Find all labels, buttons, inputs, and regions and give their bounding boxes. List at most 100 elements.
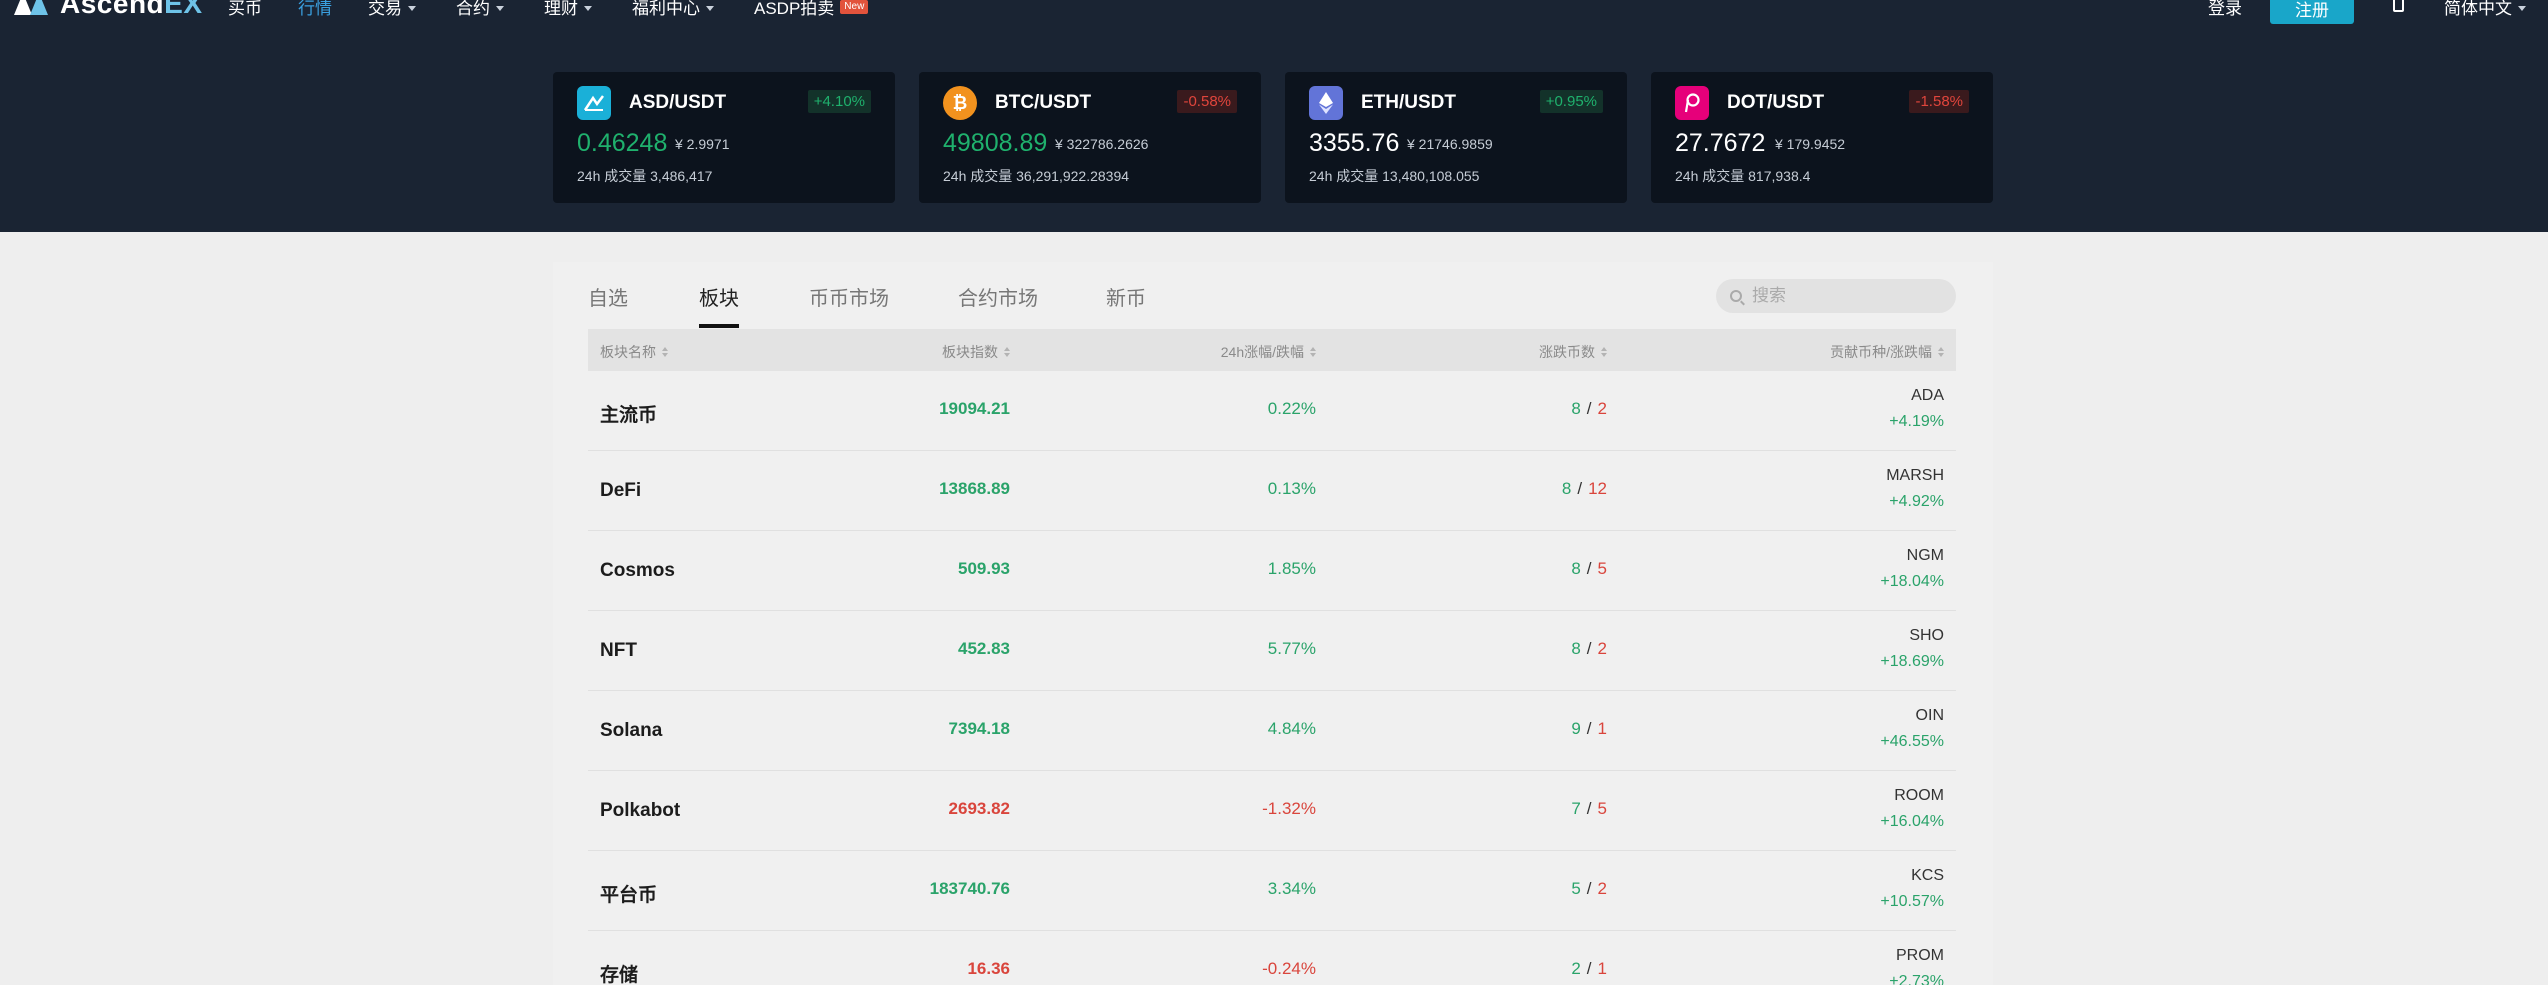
header-up-down-count[interactable]: 涨跌币数 [1539,342,1607,362]
sector-name: NFT [600,640,637,661]
sector-24h-change: -1.32% [1262,799,1316,818]
ascendex-logo-icon [14,0,52,15]
register-button[interactable]: 注册 [2270,0,2354,24]
table-row[interactable]: DeFi 13868.89 0.13% 8 / 12 MARSH +4.92% [588,451,1956,531]
nav-label: 理财 [544,0,578,18]
up-count: 2 [1571,959,1581,978]
contributing-coin-change: +46.55% [1880,733,1944,750]
ticker-price: 3355.76 [1309,129,1400,157]
header-label: 涨跌币数 [1539,344,1595,360]
down-count: 5 [1597,559,1607,578]
sort-icon [1938,347,1944,357]
up-down-count: 8 / 2 [1571,639,1607,659]
sort-icon [662,347,668,357]
ticker-card-btc[interactable]: ₿ BTC/USDT -0.58% 49808.89 ¥ 322786.2626… [919,72,1261,203]
top-header: AscendEX 买币 行情 交易 合约 理财 福利中心 ASDP拍卖 New 登… [0,0,2548,232]
ticker-volume: 24h 成交量 36,291,922.28394 [943,168,1130,184]
contributing-coin: PROM [1896,947,1944,964]
search-box[interactable] [1716,279,1956,313]
up-count: 8 [1571,639,1581,658]
down-count: 12 [1588,479,1607,498]
sector-index: 452.83 [958,639,1010,658]
up-count: 9 [1571,719,1581,738]
down-count: 5 [1597,799,1607,818]
nav-label: 买币 [228,0,262,18]
bitcoin-icon: ₿ [943,86,977,120]
ticker-pair: BTC/USDT [995,92,1092,113]
sector-name: DeFi [600,480,642,501]
contributing-coin: ROOM [1894,787,1944,804]
table-row[interactable]: Solana 7394.18 4.84% 9 / 1 OIN +46.55% [588,691,1956,771]
table-row[interactable]: 平台币 183740.76 3.34% 5 / 2 KCS +10.57% [588,851,1956,931]
down-count: 2 [1597,639,1607,658]
tab-futures-market[interactable]: 合约市场 [958,282,1038,311]
up-count: 8 [1561,479,1572,498]
ticker-price: 0.46248 [577,129,668,157]
chevron-down-icon [584,5,592,11]
up-down-count: 9 / 1 [1571,719,1607,739]
search-icon [1730,290,1742,302]
ticker-change: +4.10% [807,90,871,113]
nav-item-earn[interactable]: 理财 [544,0,592,19]
nav-item-asdp-auction[interactable]: ASDP拍卖 New [754,0,869,19]
header-sector-name[interactable]: 板块名称 [600,342,668,362]
asd-icon [577,86,611,120]
ticker-cny-price: ¥ 21746.9859 [1407,136,1493,152]
ticker-cny-price: ¥ 322786.2626 [1055,136,1149,152]
polkadot-icon [1675,86,1709,120]
tab-new-coins[interactable]: 新币 [1106,282,1146,311]
sector-name: 主流币 [600,405,658,426]
nav-label: 行情 [298,0,332,18]
table-header: 板块名称 板块指数 24h涨幅/跌幅 涨跌币数 贡献币种/涨跌幅 [588,329,1956,371]
mobile-phone-icon[interactable] [2393,0,2404,12]
table-row[interactable]: NFT 452.83 5.77% 8 / 2 SHO +18.69% [588,611,1956,691]
nav-item-trade[interactable]: 交易 [368,0,416,19]
sort-icon [1004,347,1010,357]
contributing-coin-change: +18.69% [1880,653,1944,670]
nav-item-futures[interactable]: 合约 [456,0,504,19]
ticker-change: -0.58% [1177,90,1237,113]
search-input[interactable] [1752,286,1932,306]
ticker-card-dot[interactable]: DOT/USDT -1.58% 27.7672 ¥ 179.9452 24h 成… [1651,72,1993,203]
login-link[interactable]: 登录 [2208,0,2242,19]
count-separator: / [1586,719,1592,738]
contributing-coin-change: +18.04% [1880,573,1944,590]
nav-item-markets[interactable]: 行情 [298,0,332,19]
header-sector-index[interactable]: 板块指数 [942,342,1010,362]
table-row[interactable]: Cosmos 509.93 1.85% 8 / 5 NGM +18.04% [588,531,1956,611]
chevron-down-icon [496,5,504,11]
contributing-coin-change: +2.73% [1889,973,1944,985]
header-contributing-coin[interactable]: 贡献币种/涨跌幅 [1830,342,1944,362]
sector-24h-change: 1.85% [1267,559,1316,578]
ticker-card-asd[interactable]: ASD/USDT +4.10% 0.46248 ¥ 2.9971 24h 成交量… [553,72,895,203]
header-label: 板块名称 [600,344,656,360]
contributing-coin: NGM [1906,547,1944,564]
table-row[interactable]: 存储 16.36 -0.24% 2 / 1 PROM +2.73% [588,931,1956,985]
sector-name: Cosmos [600,560,675,581]
ticker-change: +0.95% [1539,90,1603,113]
tab-sectors[interactable]: 板块 [699,282,739,311]
ticker-card-eth[interactable]: ETH/USDT +0.95% 3355.76 ¥ 21746.9859 24h… [1285,72,1627,203]
logo[interactable]: AscendEX [14,0,203,20]
language-selector[interactable]: 简体中文 [2444,0,2526,19]
header-24h-change[interactable]: 24h涨幅/跌幅 [1221,342,1316,362]
up-count: 8 [1571,559,1581,578]
table-row[interactable]: 主流币 19094.21 0.22% 8 / 2 ADA +4.19% [588,371,1956,451]
contributing-coin-change: +4.92% [1889,493,1944,510]
sector-24h-change: 3.34% [1267,879,1316,898]
ticker-pair: ASD/USDT [629,92,727,113]
nav-item-rewards[interactable]: 福利中心 [632,0,714,19]
sector-name: Solana [600,720,663,741]
count-separator: / [1577,479,1583,498]
ticker-change: -1.58% [1909,90,1969,113]
count-separator: / [1586,879,1592,898]
tab-spot-market[interactable]: 币币市场 [809,282,889,311]
down-count: 2 [1597,399,1607,418]
count-separator: / [1586,799,1592,818]
tab-favorites[interactable]: 自选 [588,282,628,311]
contributing-coin-change: +4.19% [1889,413,1944,430]
table-row[interactable]: Polkabot 2693.82 -1.32% 7 / 5 ROOM +16.04% [588,771,1956,851]
header-label: 板块指数 [942,344,998,360]
nav-item-buy-crypto[interactable]: 买币 [228,0,262,19]
contributing-coin: OIN [1915,707,1944,724]
